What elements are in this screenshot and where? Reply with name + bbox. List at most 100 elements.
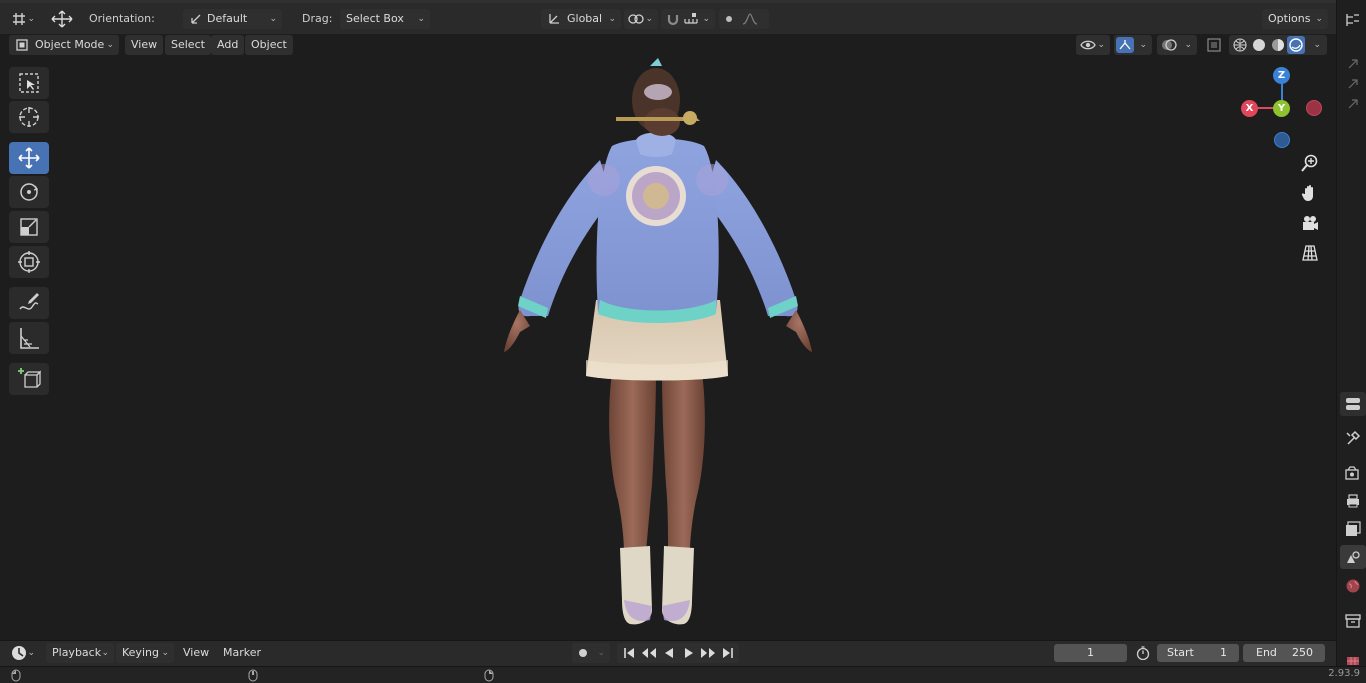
mode-dropdown[interactable]: Object Mode ⌄: [9, 35, 119, 55]
timeline-editor-type-button[interactable]: ⌄: [6, 643, 40, 663]
scale-icon: [18, 216, 40, 238]
rendered-shading-icon[interactable]: [1287, 36, 1305, 54]
add-cube-tool[interactable]: [9, 363, 49, 395]
menu-playback[interactable]: Playback ⌄: [46, 643, 114, 663]
character-model: [504, 58, 812, 625]
negative-z-handle[interactable]: [1274, 132, 1290, 148]
viewport-header: Object Mode ⌄ View Select Add Object ⌄ ⌄…: [0, 34, 1336, 56]
end-frame-field[interactable]: End 250: [1243, 644, 1325, 662]
navigation-gizmo[interactable]: Z X Y: [1236, 66, 1326, 152]
scale-tool[interactable]: [9, 211, 49, 243]
x-axis-handle[interactable]: X: [1241, 100, 1258, 117]
shading-modes[interactable]: ⌄: [1229, 35, 1327, 55]
ortho-grid-icon[interactable]: [1296, 240, 1324, 266]
move-tool[interactable]: [9, 142, 49, 174]
play-icon[interactable]: [679, 643, 699, 663]
pivot-point-dropdown[interactable]: ⌄: [624, 9, 658, 29]
cursor-tool[interactable]: [9, 101, 49, 133]
outliner-editor-button[interactable]: [1340, 8, 1366, 32]
xray-icon[interactable]: [1204, 35, 1224, 55]
rotate-tool[interactable]: [9, 176, 49, 208]
chevron-down-icon: ⌄: [101, 648, 109, 658]
snap-controls[interactable]: ⌄: [661, 9, 715, 29]
restrict-select-toggle-3[interactable]: [1340, 92, 1366, 116]
transform-tool[interactable]: [9, 246, 49, 278]
orientation-dropdown[interactable]: Default ⌄: [183, 9, 282, 29]
cursor-icon: [17, 105, 41, 129]
pan-hand-icon[interactable]: [1296, 180, 1324, 206]
auto-keying-toggle[interactable]: ⌄: [572, 643, 610, 663]
chevron-down-icon: ⌄: [417, 14, 425, 24]
menu-marker[interactable]: Marker: [217, 643, 267, 663]
visibility-dropdown[interactable]: ⌄: [1076, 35, 1110, 55]
select-box-icon: [18, 72, 40, 94]
camera-icon[interactable]: [1296, 210, 1324, 236]
world-properties-tab[interactable]: [1340, 574, 1366, 598]
properties-editor-button[interactable]: [1340, 392, 1366, 416]
outliner-icon: [1346, 14, 1359, 26]
world-globe-icon: [1346, 579, 1360, 593]
measure-tool[interactable]: [9, 322, 49, 354]
tool-properties-tab[interactable]: [1340, 426, 1366, 450]
overlays-icon: [1160, 35, 1178, 55]
status-bar: 2.93.9: [0, 666, 1366, 683]
negative-x-handle[interactable]: [1306, 100, 1322, 116]
current-frame-field[interactable]: 1: [1054, 644, 1127, 662]
properties-icon: [1346, 398, 1360, 410]
arrow-icon: [1348, 59, 1358, 69]
workspace-tabs-strip: [0, 0, 1336, 3]
eye-icon: [1079, 35, 1097, 55]
menu-keying[interactable]: Keying ⌄: [116, 643, 174, 663]
playback-controls: [617, 643, 739, 663]
chevron-down-icon: ⌄: [597, 648, 605, 658]
menu-view[interactable]: View: [125, 35, 164, 55]
wireframe-shading-icon[interactable]: [1231, 35, 1249, 55]
move-tool-icon[interactable]: [50, 9, 74, 29]
arrow-icon: [1348, 79, 1358, 89]
drag-dropdown[interactable]: Select Box ⌄: [340, 9, 430, 29]
jump-end-icon[interactable]: [718, 643, 738, 663]
jump-start-icon[interactable]: [619, 643, 639, 663]
play-reverse-icon[interactable]: [659, 643, 679, 663]
menu-select[interactable]: Select: [165, 35, 211, 55]
gizmo-toggle[interactable]: ⌄: [1114, 35, 1152, 55]
menu-object[interactable]: Object: [245, 35, 293, 55]
jump-keyframe-back-icon[interactable]: [639, 643, 659, 663]
scene-properties-tab[interactable]: [1340, 545, 1366, 569]
proportional-editing[interactable]: [719, 9, 769, 29]
playback-label: Playback: [52, 646, 102, 659]
zoom-icon[interactable]: [1296, 150, 1324, 176]
falloff-curve-icon: [741, 9, 759, 29]
3d-viewport[interactable]: [0, 56, 1336, 638]
menu-timeline-view[interactable]: View: [177, 643, 215, 663]
material-preview-icon[interactable]: [1269, 35, 1287, 55]
transform-orientation-dropdown[interactable]: Global ⌄: [541, 9, 621, 29]
start-frame-field[interactable]: Start 1: [1157, 644, 1239, 662]
editor-type-button[interactable]: ⌄: [8, 9, 40, 29]
rotate-icon: [17, 180, 41, 204]
drag-value: Select Box: [346, 12, 404, 25]
axes-icon: [545, 9, 563, 29]
chevron-down-icon: ⌄: [702, 14, 710, 24]
arrow-icon: [1348, 99, 1358, 109]
chevron-down-icon: ⌄: [1315, 14, 1323, 24]
select-box-tool[interactable]: [9, 67, 49, 99]
overlays-toggle[interactable]: ⌄: [1157, 35, 1197, 55]
jump-keyframe-forward-icon[interactable]: [698, 643, 718, 663]
start-label: Start: [1167, 646, 1194, 659]
y-axis-handle[interactable]: Y: [1273, 100, 1290, 117]
chevron-down-icon: ⌄: [269, 14, 277, 24]
render-properties-tab[interactable]: [1340, 461, 1366, 485]
menu-add[interactable]: Add: [211, 35, 245, 55]
collection-properties-tab[interactable]: [1340, 609, 1366, 633]
output-properties-tab[interactable]: [1340, 489, 1366, 513]
stopwatch-icon[interactable]: [1133, 644, 1153, 662]
image-layers-icon: [1346, 521, 1361, 536]
chevron-down-icon: ⌄: [27, 648, 35, 658]
z-axis-handle[interactable]: Z: [1273, 67, 1290, 84]
options-dropdown[interactable]: Options ⌄: [1262, 9, 1328, 29]
annotate-tool[interactable]: [9, 287, 49, 319]
view-layer-properties-tab[interactable]: [1340, 517, 1366, 541]
solid-shading-icon[interactable]: [1250, 35, 1268, 55]
drag-label: Drag:: [302, 12, 333, 25]
